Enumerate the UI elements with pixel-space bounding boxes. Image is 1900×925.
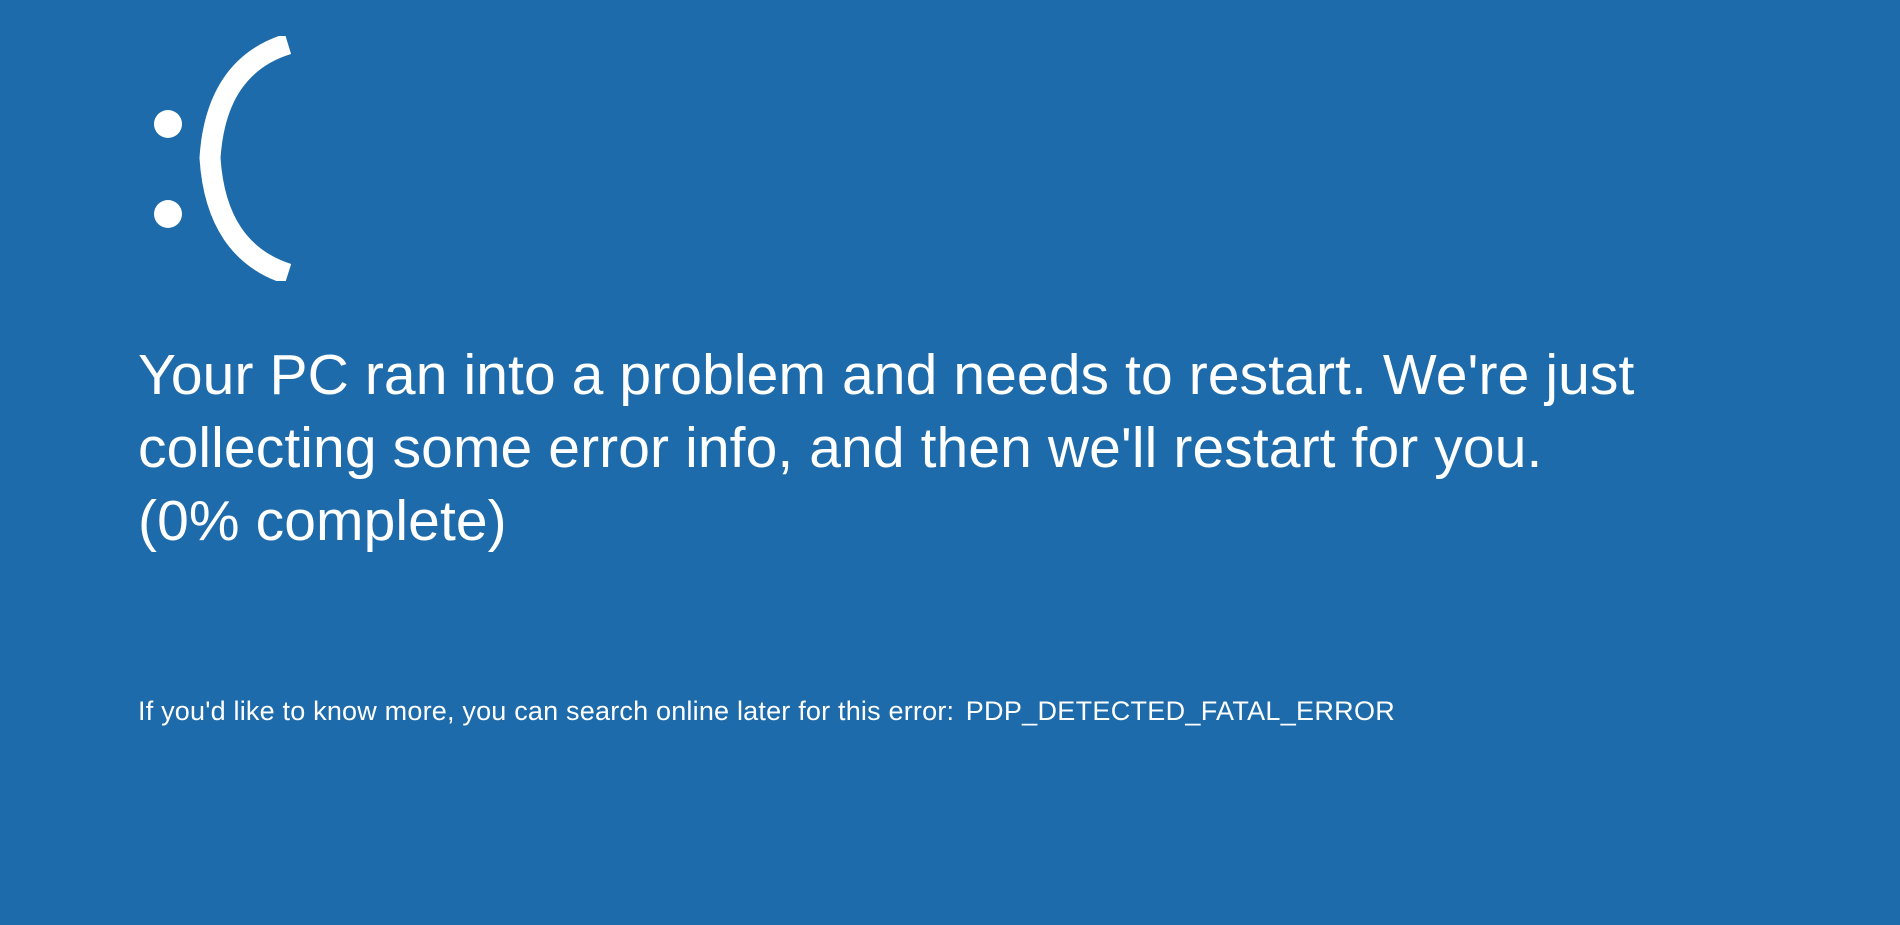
error-footer: If you'd like to know more, you can sear… (138, 696, 1840, 727)
error-message: Your PC ran into a problem and needs to … (138, 339, 1638, 558)
sad-face-icon (138, 36, 1840, 281)
bsod-screen: Your PC ran into a problem and needs to … (0, 0, 1900, 727)
search-hint-text: If you'd like to know more, you can sear… (138, 696, 954, 726)
error-code: PDP_DETECTED_FATAL_ERROR (966, 696, 1395, 726)
